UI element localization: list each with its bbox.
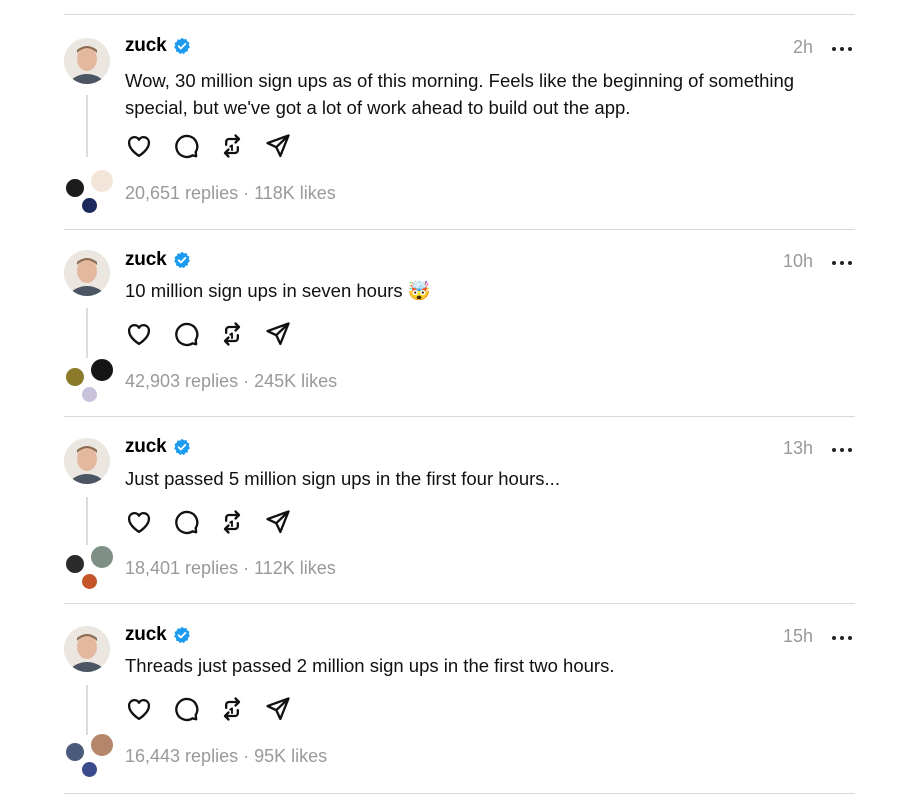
reply-avatar[interactable] <box>80 196 99 215</box>
post-time: 2h <box>792 37 813 57</box>
thread-post: zuck 2h Wow, 30 million sign ups as of t… <box>0 15 919 230</box>
post-stats[interactable]: 16,443 replies · 95K likes <box>125 746 327 767</box>
reply-avatar[interactable] <box>64 741 86 763</box>
thread-post: zuck 15h Threads just passed 2 million s… <box>0 604 919 791</box>
send-icon[interactable] <box>264 508 292 536</box>
post-stats[interactable]: 18,401 replies · 112K likes <box>125 558 336 579</box>
verified-badge-icon <box>173 251 191 269</box>
reply-avatar[interactable] <box>89 732 115 758</box>
avatar[interactable] <box>64 626 110 672</box>
reply-avatar[interactable] <box>80 572 99 591</box>
username[interactable]: zuck <box>125 35 167 57</box>
heart-icon[interactable] <box>125 132 153 160</box>
reply-avatar[interactable] <box>89 544 115 570</box>
thread-line <box>86 95 88 157</box>
post-text: Wow, 30 million sign ups as of this morn… <box>125 70 795 118</box>
heart-icon[interactable] <box>125 508 153 536</box>
reply-avatar[interactable] <box>89 168 115 194</box>
username[interactable]: zuck <box>125 624 167 646</box>
repost-icon[interactable] <box>218 508 246 536</box>
reply-avatar[interactable] <box>64 177 86 199</box>
repost-icon[interactable] <box>218 132 246 160</box>
heart-icon[interactable] <box>125 320 153 348</box>
avatar[interactable] <box>64 250 110 296</box>
more-dots-icon[interactable] <box>832 636 854 642</box>
avatar[interactable] <box>64 38 110 84</box>
comment-bubble-icon[interactable] <box>172 508 200 536</box>
reply-avatar[interactable] <box>80 760 99 779</box>
username[interactable]: zuck <box>125 436 167 458</box>
comment-bubble-icon[interactable] <box>172 132 200 160</box>
reply-avatar[interactable] <box>80 385 99 404</box>
post-time: 13h <box>782 438 813 458</box>
thread-post: zuck 13h Just passed 5 million sign ups … <box>0 417 919 604</box>
send-icon[interactable] <box>264 132 292 160</box>
post-time: 10h <box>782 251 813 271</box>
heart-icon[interactable] <box>125 695 153 723</box>
verified-badge-icon <box>173 438 191 456</box>
post-stats[interactable]: 42,903 replies · 245K likes <box>125 371 337 392</box>
reply-avatar[interactable] <box>64 366 86 388</box>
verified-badge-icon <box>173 37 191 55</box>
thread-line <box>86 308 88 358</box>
send-icon[interactable] <box>264 320 292 348</box>
post-text: 10 million sign ups in seven hours 🤯 <box>125 280 431 301</box>
repost-icon[interactable] <box>218 320 246 348</box>
thread-line <box>86 685 88 735</box>
post-stats[interactable]: 20,651 replies · 118K likes <box>125 183 336 204</box>
comment-bubble-icon[interactable] <box>172 695 200 723</box>
post-time: 15h <box>782 626 813 646</box>
thread-post: zuck 10h 10 million sign ups in seven ho… <box>0 230 919 417</box>
reply-avatar[interactable] <box>89 357 115 383</box>
more-dots-icon[interactable] <box>832 47 854 53</box>
post-text: Just passed 5 million sign ups in the fi… <box>125 468 560 489</box>
bottom-divider <box>64 793 855 794</box>
avatar[interactable] <box>64 438 110 484</box>
reply-avatar[interactable] <box>64 553 86 575</box>
post-text: Threads just passed 2 million sign ups i… <box>125 655 615 676</box>
more-dots-icon[interactable] <box>832 448 854 454</box>
send-icon[interactable] <box>264 695 292 723</box>
more-dots-icon[interactable] <box>832 261 854 267</box>
comment-bubble-icon[interactable] <box>172 320 200 348</box>
thread-line <box>86 497 88 545</box>
repost-icon[interactable] <box>218 695 246 723</box>
verified-badge-icon <box>173 626 191 644</box>
username[interactable]: zuck <box>125 249 167 271</box>
